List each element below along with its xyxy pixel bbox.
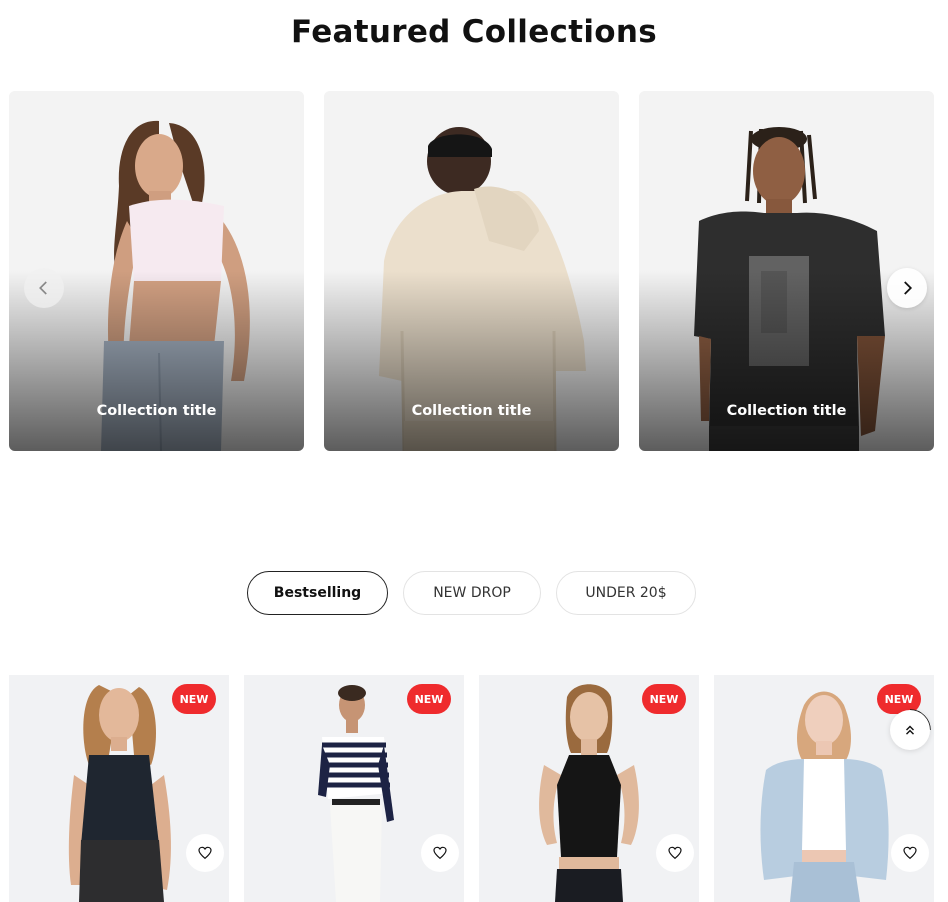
product-card[interactable]: NEW [479,675,699,902]
collection-title: Collection title [726,403,847,419]
wishlist-button[interactable] [421,834,459,872]
featured-collections-carousel: Collection title Collection title Collec… [9,91,934,451]
product-card[interactable]: NEW [244,675,464,902]
new-badge: NEW [172,684,216,714]
card-overlay [324,271,619,451]
tab-bestselling[interactable]: Bestselling [247,571,388,615]
collection-card[interactable]: Collection title [639,91,934,451]
wishlist-button[interactable] [656,834,694,872]
heart-icon [903,846,917,860]
collection-title: Collection title [411,403,532,419]
heart-icon [198,846,212,860]
chevron-right-icon [904,281,913,295]
new-badge: NEW [407,684,451,714]
tab-new-drop[interactable]: NEW DROP [403,571,541,615]
double-chevron-up-icon [906,725,914,735]
heart-icon [668,846,682,860]
collection-title: Collection title [96,403,217,419]
wishlist-button[interactable] [186,834,224,872]
carousel-prev-button[interactable] [24,268,64,308]
collection-card[interactable]: Collection title [324,91,619,451]
wishlist-button[interactable] [891,834,929,872]
chevron-left-icon [39,281,47,295]
scroll-to-top-button[interactable] [890,710,930,750]
carousel-next-button[interactable] [887,268,927,308]
product-filter-tabs: Bestselling NEW DROP UNDER 20$ [0,571,948,615]
product-grid: NEW NEW NEW NEW [9,675,934,902]
product-card[interactable]: NEW [9,675,229,902]
heart-icon [433,846,447,860]
new-badge: NEW [642,684,686,714]
section-title: Featured Collections [290,14,657,50]
tab-under-20[interactable]: UNDER 20$ [556,571,696,615]
